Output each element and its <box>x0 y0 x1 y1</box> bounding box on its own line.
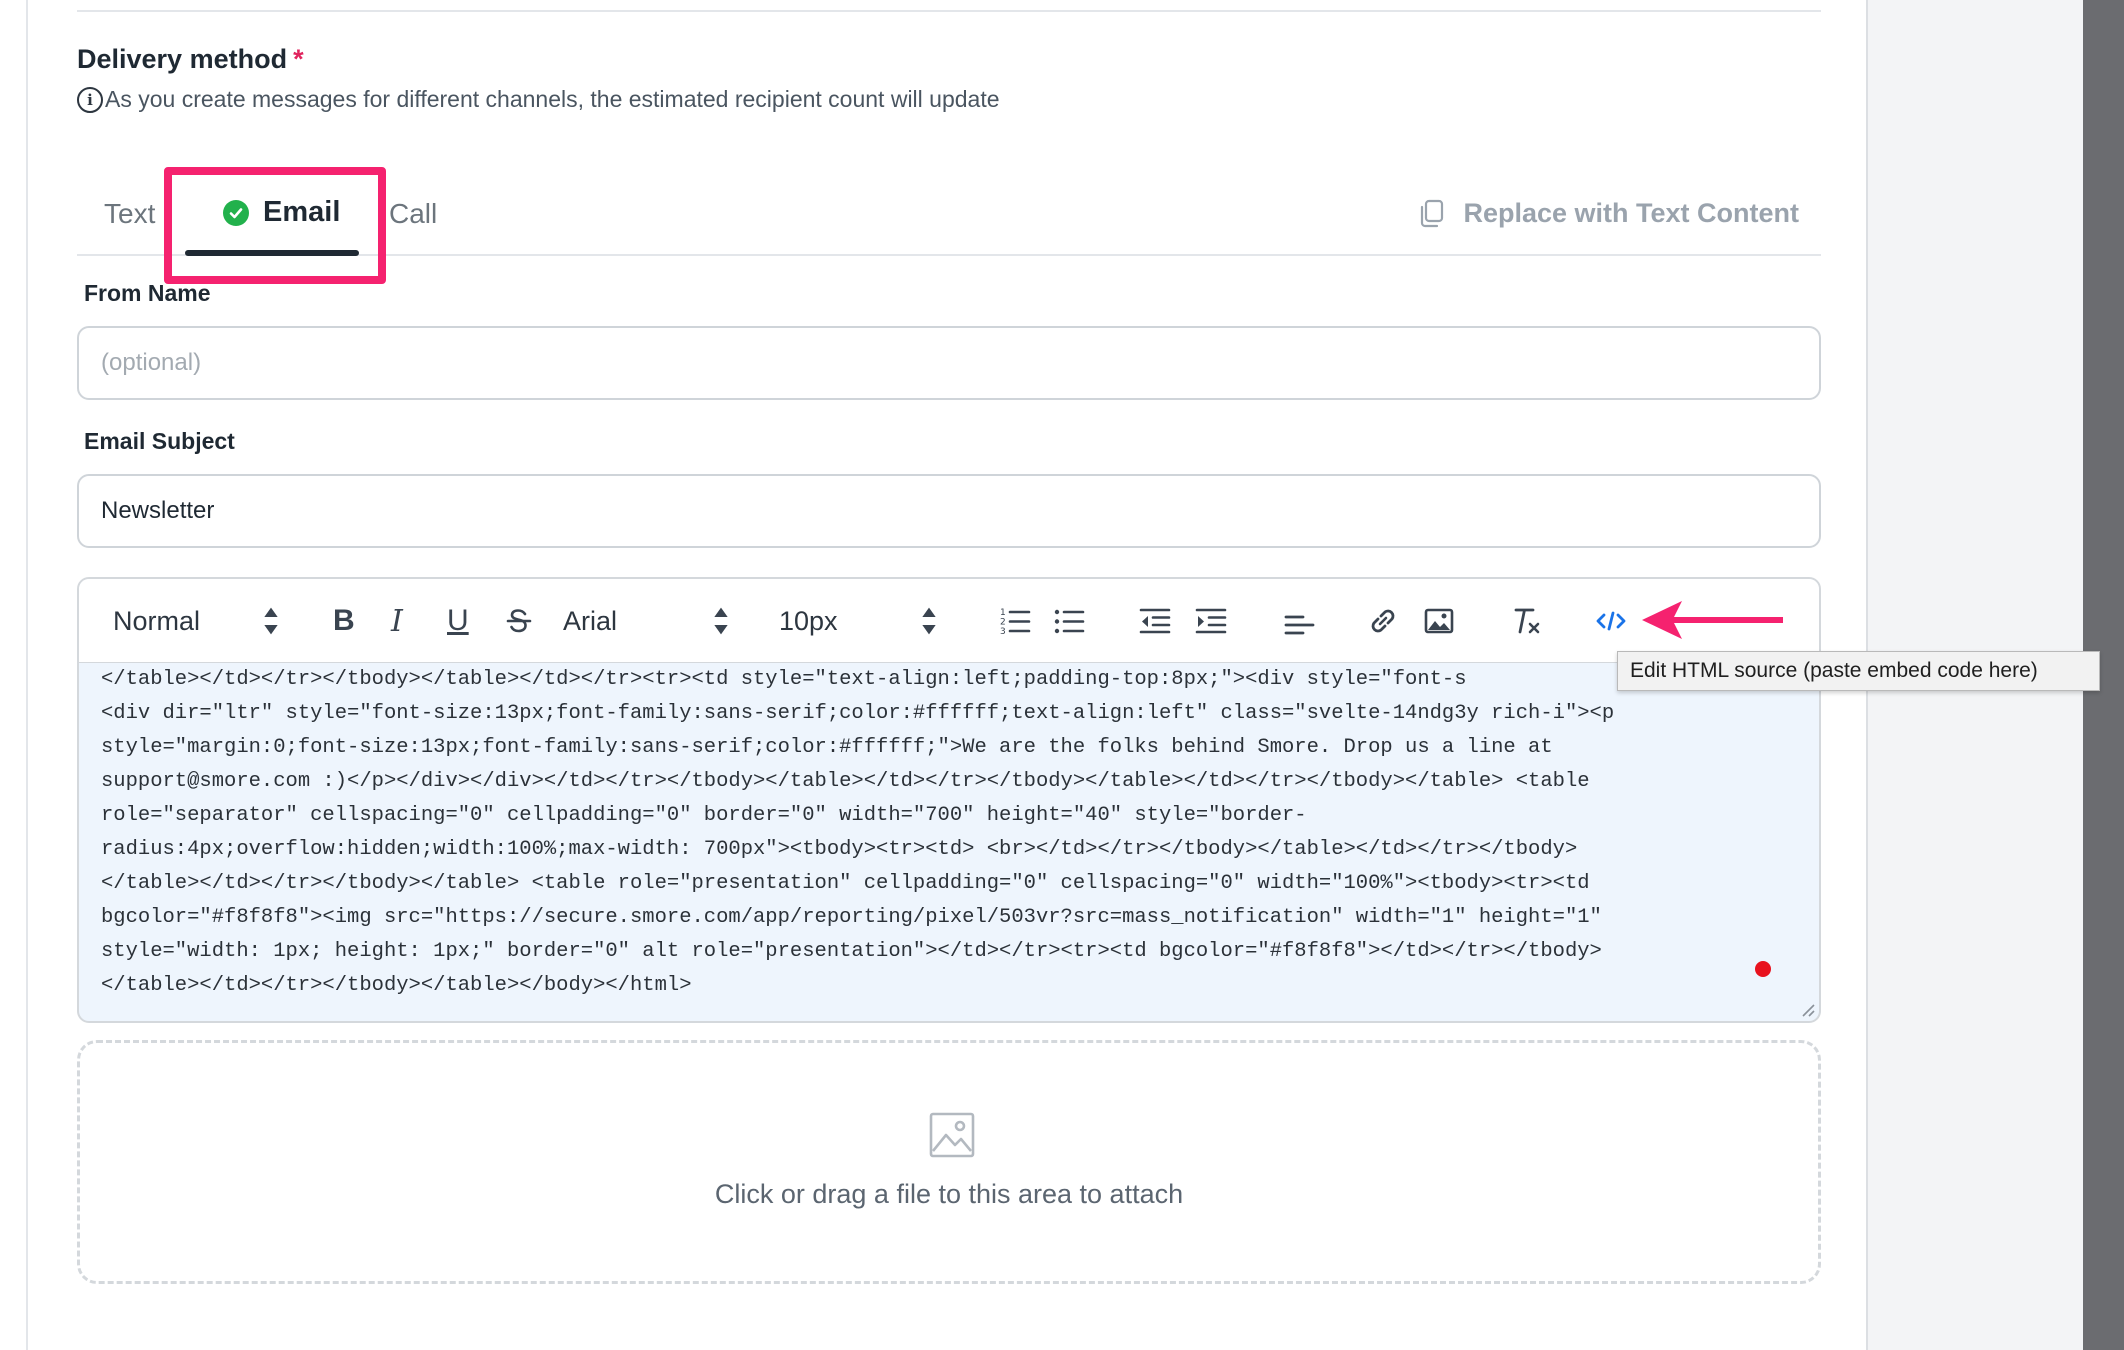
font-family-select[interactable]: Arial <box>563 601 737 641</box>
image-icon <box>1424 608 1454 634</box>
html-source-tooltip: Edit HTML source (paste embed code here) <box>1617 651 2100 691</box>
outdent-icon <box>1139 608 1171 634</box>
code-icon <box>1596 611 1626 631</box>
delivery-info: i As you create messages for different c… <box>77 86 1000 113</box>
bold-button[interactable]: B <box>333 601 355 641</box>
underline-button[interactable]: U <box>447 601 469 641</box>
code-line: support@smore.com :)</p></div></div></td… <box>101 770 1590 793</box>
align-button[interactable] <box>1283 601 1315 641</box>
bold-icon: B <box>333 604 355 637</box>
resize-handle-icon[interactable] <box>1799 1001 1815 1017</box>
info-icon: i <box>77 86 103 113</box>
paragraph-style-select[interactable]: Normal <box>113 601 287 641</box>
insert-link-button[interactable] <box>1367 601 1399 641</box>
html-source-button[interactable] <box>1595 601 1627 641</box>
strikethrough-icon <box>506 609 532 633</box>
left-page-border <box>0 0 28 1350</box>
required-mark: * <box>293 44 304 74</box>
from-name-input[interactable]: (optional) <box>77 326 1821 400</box>
code-line: style="margin:0;font-size:13px;font-fami… <box>101 736 1553 759</box>
replace-button-label: Replace with Text Content <box>1463 198 1799 228</box>
dropzone-label: Click or drag a file to this area to att… <box>714 1179 1184 1209</box>
underline-icon: U <box>447 604 469 637</box>
email-subject-label: Email Subject <box>84 428 235 454</box>
html-source-textarea[interactable]: </table></td></tr></tbody></table></td><… <box>79 663 1819 1021</box>
select-arrows-icon <box>714 607 728 635</box>
bullet-list-icon <box>1054 609 1085 634</box>
clear-format-icon <box>1514 608 1540 634</box>
font-size-value: 10px <box>779 605 838 636</box>
select-arrows-icon <box>264 607 278 635</box>
divider <box>77 10 1821 12</box>
code-line: bgcolor="#f8f8f8"><img src="https://secu… <box>101 906 1602 929</box>
code-line: role="separator" cellspacing="0" cellpad… <box>101 804 1307 827</box>
code-line: style="width: 1px; height: 1px;" border=… <box>101 940 1602 963</box>
font-size-select[interactable]: 10px <box>779 601 945 641</box>
delivery-method-title: Delivery method <box>77 44 288 74</box>
pointer-arrow-icon <box>1642 601 1783 639</box>
copy-icon <box>1421 199 1444 227</box>
outdent-button[interactable] <box>1139 601 1171 641</box>
paragraph-style-value: Normal <box>113 605 201 636</box>
code-line: </table></td></tr></tbody></table></body… <box>101 974 692 997</box>
editor-toolbar: Normal B I U Arial 10px 123 <box>79 579 1819 663</box>
code-line: <div dir="ltr" style="font-size:13px;fon… <box>101 702 1615 725</box>
code-line: </table></td></tr></tbody></table> <tabl… <box>101 872 1590 895</box>
align-left-icon <box>1284 615 1315 635</box>
tab-text[interactable]: Text <box>104 198 155 230</box>
bullet-list-button[interactable] <box>1053 601 1085 641</box>
strikethrough-button[interactable] <box>503 601 535 641</box>
svg-text:3: 3 <box>1000 627 1006 637</box>
delivery-method-heading: Delivery method * <box>77 44 304 75</box>
ordered-list-icon: 123 <box>1000 608 1031 637</box>
italic-icon: I <box>391 603 403 639</box>
attachment-dropzone[interactable]: Click or drag a file to this area to att… <box>77 1040 1821 1284</box>
from-name-label: From Name <box>84 280 211 306</box>
font-family-value: Arial <box>563 605 618 636</box>
ordered-list-button[interactable]: 123 <box>999 601 1031 641</box>
tab-call[interactable]: Call <box>389 198 437 230</box>
indent-icon <box>1195 608 1227 634</box>
italic-button[interactable]: I <box>391 601 403 641</box>
svg-text:2: 2 <box>1000 618 1006 628</box>
email-subject-input[interactable]: Newsletter <box>77 474 1821 548</box>
status-dot <box>1755 961 1771 977</box>
code-line: radius:4px;overflow:hidden;width:100%;ma… <box>101 838 1578 861</box>
code-line: </table></td></tr></tbody></table></td><… <box>101 668 1467 691</box>
email-tab-highlight <box>164 167 386 284</box>
indent-button[interactable] <box>1195 601 1227 641</box>
rich-text-editor: Normal B I U Arial 10px 123 </table></td… <box>77 577 1821 1023</box>
replace-with-text-content-button[interactable]: Replace with Text Content <box>1417 198 1799 229</box>
link-icon <box>1371 609 1395 633</box>
delivery-info-text: As you create messages for different cha… <box>105 86 1000 112</box>
clear-formatting-button[interactable] <box>1511 601 1543 641</box>
image-icon <box>929 1112 975 1158</box>
insert-image-button[interactable] <box>1423 601 1455 641</box>
svg-text:1: 1 <box>1000 608 1006 618</box>
select-arrows-icon <box>922 607 936 635</box>
